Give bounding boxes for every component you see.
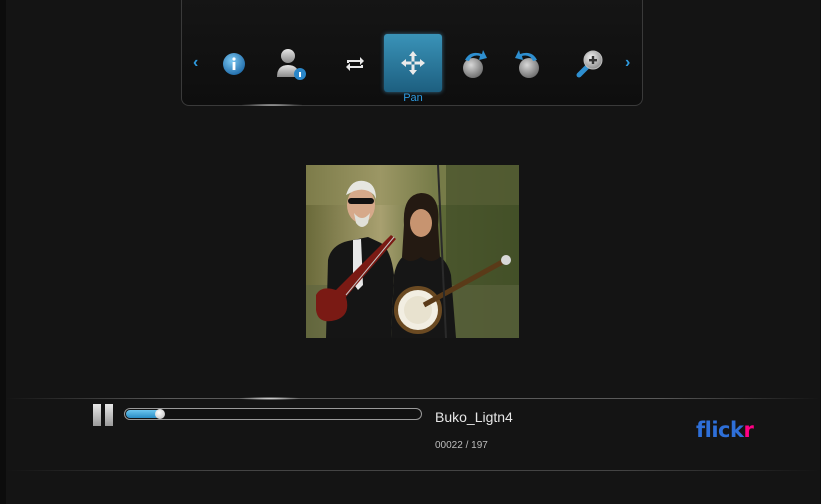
info-icon [223,53,245,75]
user-info-button[interactable] [262,36,320,92]
progress-knob[interactable] [155,409,165,419]
flickr-logo: flickr [696,418,754,442]
slideshow-photo [306,165,519,338]
toolbar-glow [242,104,302,106]
flickr-logo-part2: r [743,418,754,442]
repeat-icon [346,57,364,71]
bottom-bar-baseline [6,470,820,471]
rotate-right-button[interactable] [500,36,558,92]
rotate-left-button[interactable] [444,36,502,92]
pan-icon [401,51,425,75]
toolbar-next-arrow[interactable]: › [625,54,630,72]
info-button[interactable] [205,36,263,92]
bottom-bar-glow [240,397,300,400]
zoom-in-button[interactable] [561,36,619,92]
pan-button[interactable] [384,34,442,92]
photo-concert-icon [306,165,519,338]
photo-file-name: Buko_Ligtn4 [435,409,513,425]
user-info-icon [277,49,306,80]
pause-icon [93,404,101,426]
bottom-bar-divider [6,398,820,399]
slideshow-progress-bar[interactable] [124,408,422,420]
repeat-button[interactable] [326,36,384,92]
flickr-logo-part1: flick [696,418,744,442]
photo-counter: 00022 / 197 [435,440,488,451]
pause-icon-bar [105,404,113,426]
toolbar-prev-arrow[interactable]: ‹ [193,54,198,72]
rotate-left-icon [463,50,487,78]
selected-tool-label: Pan [403,92,423,104]
rotate-right-icon [515,50,539,78]
zoom-in-icon [576,50,603,78]
pause-button[interactable] [93,404,115,426]
